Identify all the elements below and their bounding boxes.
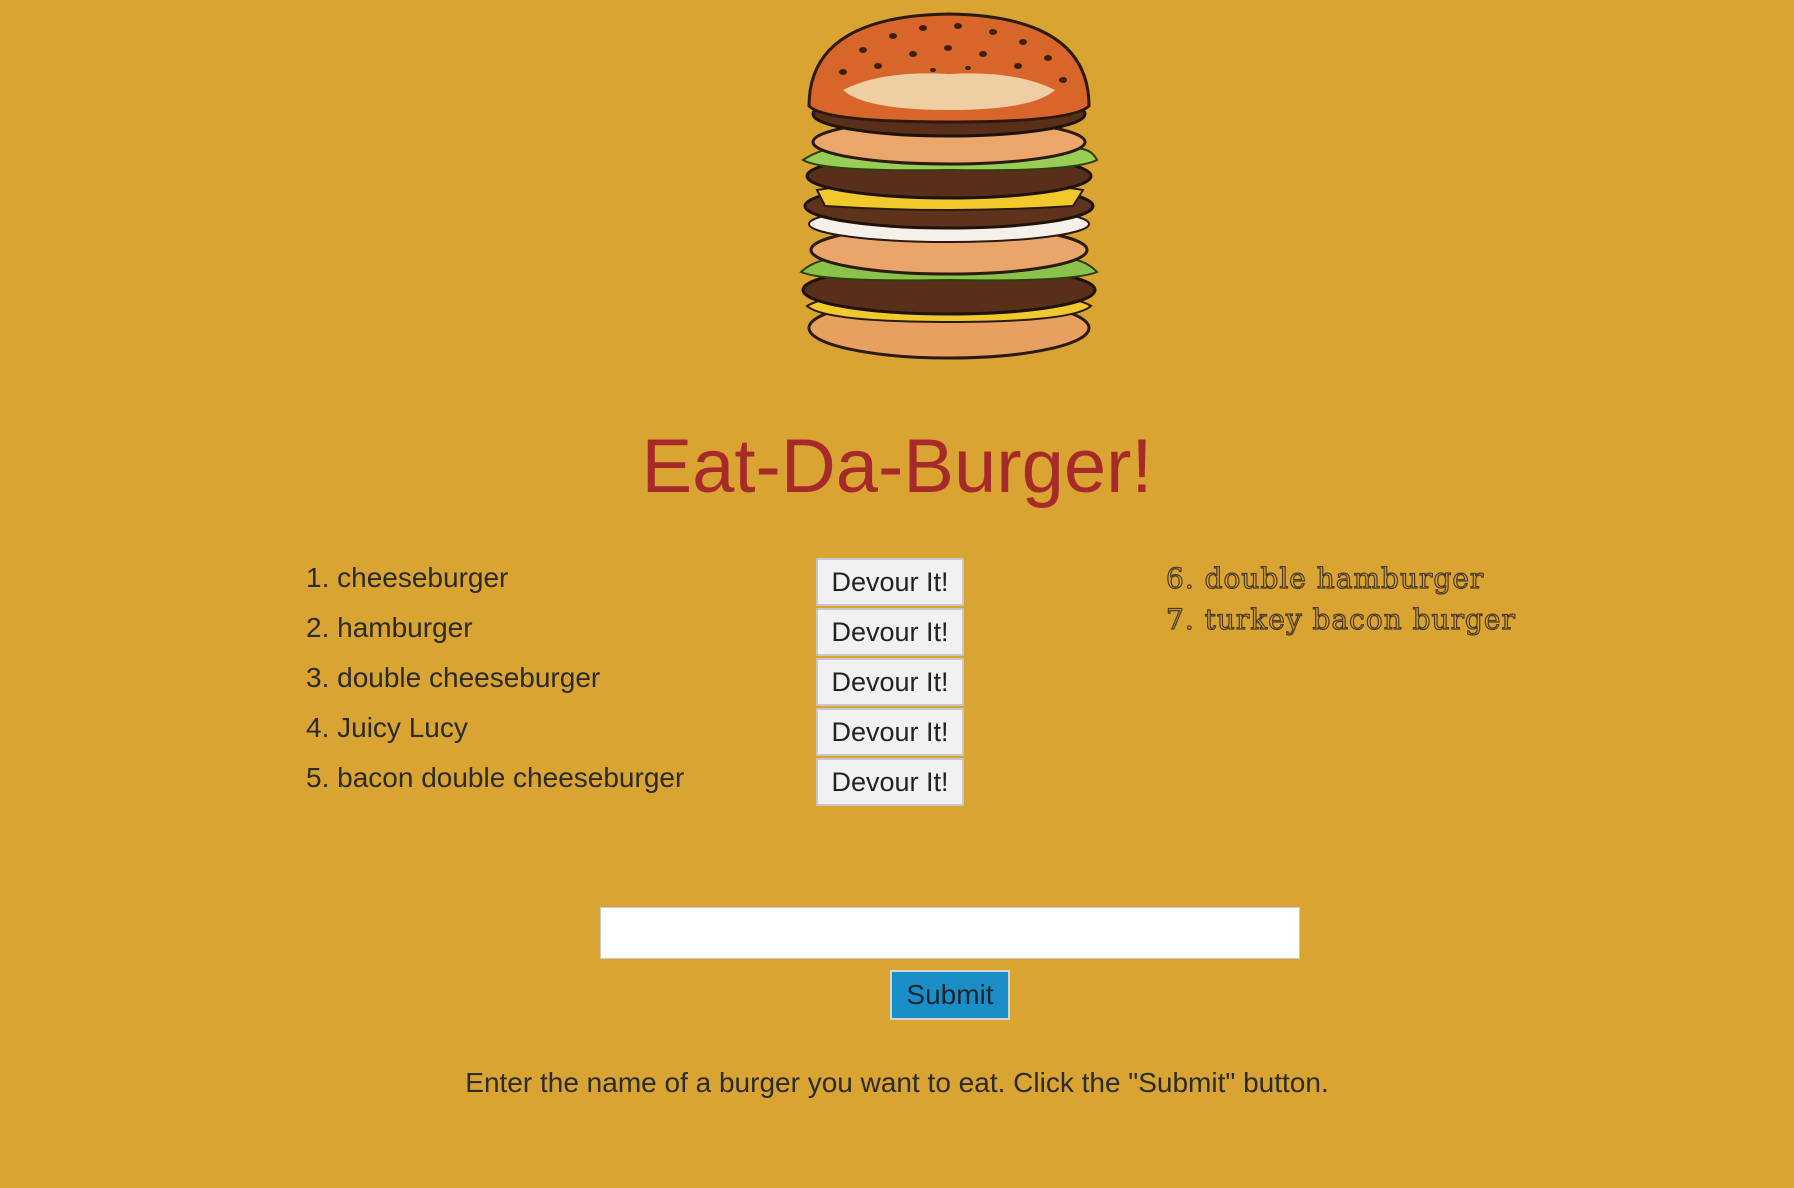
list-item: 2. hamburger Devour It!	[306, 606, 996, 656]
burger-name: 4. Juicy Lucy	[306, 712, 468, 743]
submit-button[interactable]: Submit	[890, 970, 1010, 1020]
devour-button[interactable]: Devour It!	[816, 658, 964, 706]
page-title: Eat-Da-Burger!	[641, 424, 1153, 509]
devour-button[interactable]: Devour It!	[816, 708, 964, 756]
burger-name: 1. cheeseburger	[306, 562, 509, 593]
burger-name: 3. double cheeseburger	[306, 662, 601, 693]
devour-button[interactable]: Devour It!	[816, 758, 964, 806]
list-item: 1. cheeseburger Devour It!	[306, 556, 996, 606]
burger-logo-image	[773, 10, 1125, 362]
uneaten-burger-list: 1. cheeseburger Devour It! 2. hamburger …	[306, 556, 996, 806]
devoured-burger-item: 6. double hamburger	[1165, 561, 1485, 595]
list-item: 4. Juicy Lucy Devour It!	[306, 706, 996, 756]
list-item: 3. double cheeseburger Devour It!	[306, 656, 996, 706]
burger-name: 2. hamburger	[306, 612, 473, 643]
devour-button[interactable]: Devour It!	[816, 608, 964, 656]
burger-name: 5. bacon double cheeseburger	[306, 762, 685, 793]
devoured-burger-list: 6. double hamburger 7. turkey bacon burg…	[1165, 558, 1516, 640]
burger-name-input[interactable]	[600, 907, 1300, 959]
devoured-burger-item: 7. turkey bacon burger	[1165, 602, 1516, 636]
devour-button[interactable]: Devour It!	[816, 558, 964, 606]
instructions-text: Enter the name of a burger you want to e…	[465, 1067, 1329, 1098]
list-item: 5. bacon double cheeseburger Devour It!	[306, 756, 996, 806]
